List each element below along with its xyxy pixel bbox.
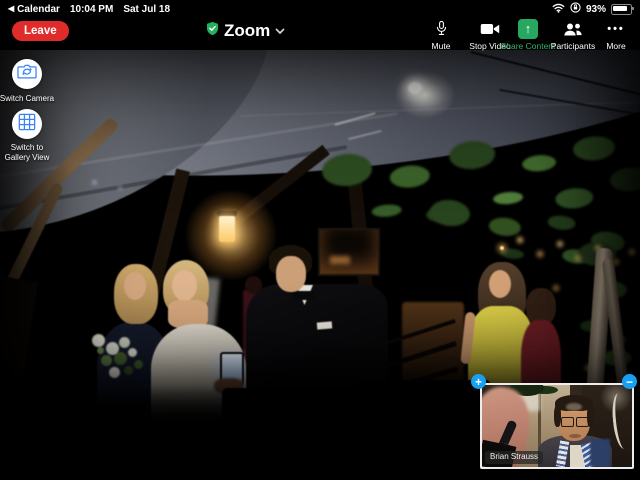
status-date: Sat Jul 18 [123,4,170,15]
back-to-calendar-button[interactable]: ◀ Calendar [8,4,60,15]
battery-percent-label: 93% [586,4,606,15]
minimize-self-view-button[interactable]: − [622,374,637,389]
string-lights [500,246,504,250]
foliage [429,198,471,228]
groom-bowtie [292,291,315,300]
bride-face [172,270,197,301]
self-view-name-label: Brian Strauss [485,451,543,464]
selfview-man-hair-side [554,405,561,427]
up-arrow-icon: ↑ [525,19,532,39]
chevron-down-icon [275,22,285,40]
selfview-scarf-drape [590,439,610,467]
canopy-light-glow [383,62,467,128]
selfview-forehead-highlight [566,403,582,411]
remote-video-feed[interactable] [0,50,640,422]
flower-bouquet [92,334,105,347]
status-right: 93% [552,2,632,16]
mute-label: Mute [432,41,451,51]
meeting-title-dropdown[interactable]: Zoom [206,19,285,43]
light-glint [118,186,122,190]
leave-button[interactable]: Leave [12,21,69,41]
more-button[interactable]: ••• More [579,19,640,51]
gallery-view-label: Switch to Gallery View [1,143,53,164]
wall-lantern [219,216,235,242]
shield-check-icon [206,21,219,41]
guest-yellow-face [489,270,511,298]
share-content-icon: ↑ [518,19,538,39]
selfview-glasses [561,417,574,427]
gallery-view-button[interactable] [12,109,42,139]
selfview-glasses [576,417,589,427]
switch-camera-button[interactable] [12,59,42,89]
status-left: ◀ Calendar 10:04 PM Sat Jul 18 [8,4,170,15]
battery-icon [611,4,632,15]
window-light [330,256,350,264]
switch-camera-icon [16,61,38,88]
expand-self-view-button[interactable]: + [471,374,486,389]
wifi-icon [552,3,565,16]
meeting-toolbar: Leave Zoom Mute Stop Video ↑ [0,18,640,50]
more-dots-icon: ••• [607,19,625,39]
status-time: 10:04 PM [70,4,113,15]
self-view-video[interactable]: Brian Strauss [480,383,634,469]
wedding-scene [0,50,640,422]
canopy-light-spot [408,82,422,94]
status-bar: ◀ Calendar 10:04 PM Sat Jul 18 93% [0,0,640,18]
meeting-title: Zoom [224,21,270,41]
back-app-label: Calendar [17,4,60,15]
orientation-lock-icon [570,2,581,16]
groom-face [276,256,306,292]
back-arrow-icon: ◀ [8,4,14,14]
microphone-icon [435,19,448,39]
more-label: More [606,41,625,51]
bridesmaid-face [124,272,146,300]
light-glint [92,180,97,185]
switch-camera-label: Switch Camera [0,94,67,104]
dark-window [318,228,380,276]
groom-pocket-square [317,321,333,329]
zoom-meeting-screen: ◀ Calendar 10:04 PM Sat Jul 18 93% Leave… [0,0,640,480]
selfview-mouth-shadow [569,434,581,438]
gallery-view-grid-icon [17,112,37,137]
